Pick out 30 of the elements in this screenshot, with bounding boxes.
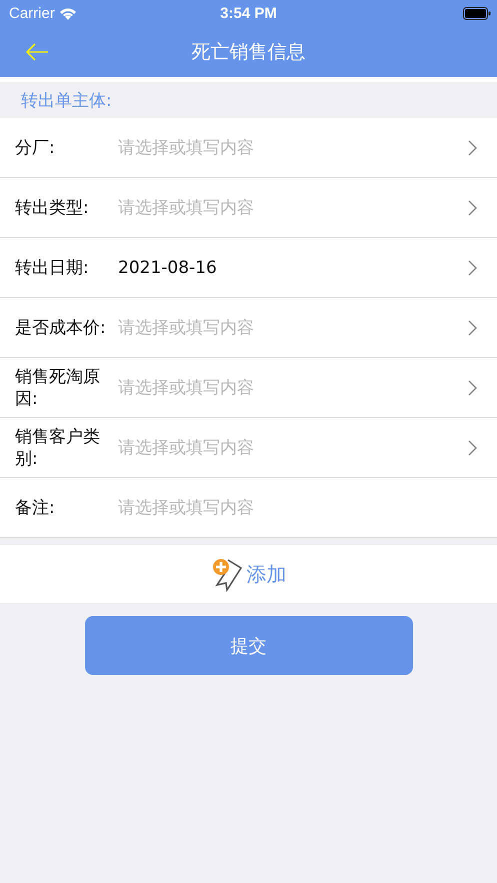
field-label: 转出日期:: [14, 256, 90, 278]
back-arrow-icon: [25, 42, 49, 60]
wifi-icon: [58, 6, 77, 20]
field-placeholder: 请选择或填写内容: [118, 137, 255, 159]
field-label: 销售客户类别:: [14, 426, 101, 470]
form-row[interactable]: 转出日期: 2021-08-16: [0, 238, 497, 298]
field-label: 转出类型:: [14, 196, 90, 218]
form-row[interactable]: 转出类型: 请选择或填写内容: [0, 178, 497, 238]
field-label: 是否成本价:: [14, 316, 107, 338]
back-button[interactable]: [25, 42, 49, 60]
status-time: 3:54 PM: [220, 4, 277, 22]
form-row[interactable]: 销售客户类别: 请选择或填写内容: [0, 418, 497, 478]
form-row[interactable]: 销售死淘原因: 请选择或填写内容: [0, 358, 497, 418]
field-placeholder: 请选择或填写内容: [118, 197, 255, 219]
field-placeholder: 请选择或填写内容: [118, 437, 255, 459]
page-title: 死亡销售信息: [192, 40, 306, 64]
field-label: 销售死淘原因:: [14, 366, 101, 410]
field-label: 备注:: [14, 496, 56, 518]
field-placeholder: 请选择或填写内容: [118, 497, 255, 519]
form-row[interactable]: 分厂: 请选择或填写内容: [0, 118, 497, 178]
section-title: 转出单主体:: [21, 90, 112, 112]
carrier-name: Carrier: [9, 4, 55, 22]
field-placeholder: 请选择或填写内容: [118, 377, 255, 399]
field-value: 2021-08-16: [118, 258, 218, 278]
tag-plus-icon: [210, 556, 244, 592]
field-placeholder: 请选择或填写内容: [118, 317, 255, 339]
form-row[interactable]: 备注: 请选择或填写内容: [0, 478, 497, 538]
field-label: 分厂:: [14, 136, 56, 158]
battery-icon: [463, 6, 491, 20]
form-row[interactable]: 是否成本价: 请选择或填写内容: [0, 298, 497, 358]
